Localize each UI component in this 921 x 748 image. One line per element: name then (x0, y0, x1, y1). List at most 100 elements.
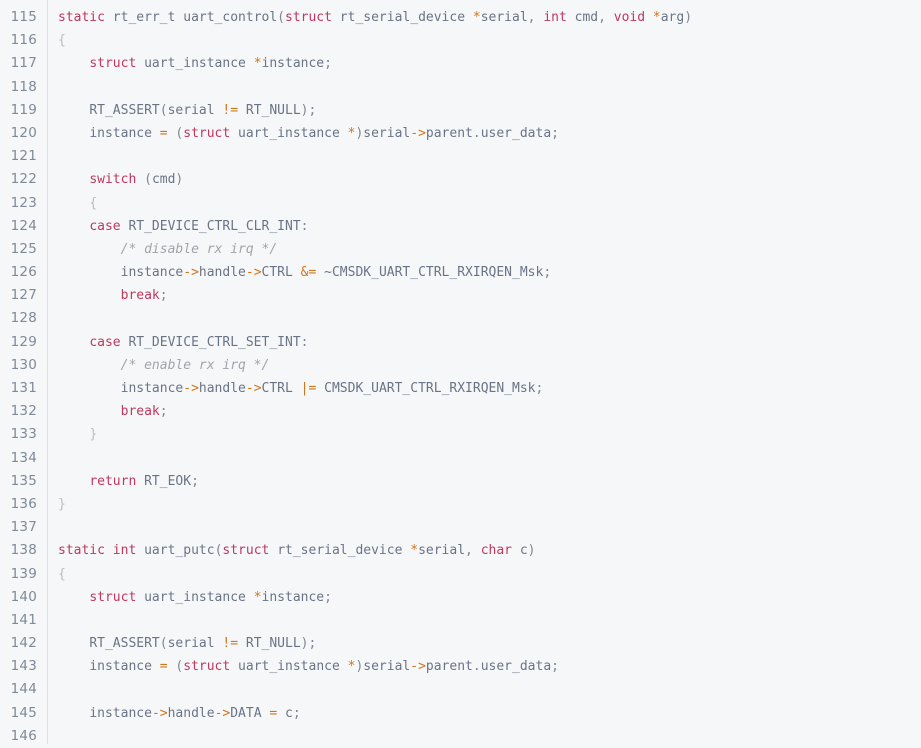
line-number: 139 (10, 565, 37, 582)
code-token-pun: . (472, 125, 481, 141)
code-line[interactable]: instance->handle->DATA = c; (58, 702, 921, 725)
code-token-kw: int (112, 543, 137, 559)
code-line[interactable]: case RT_DEVICE_CTRL_SET_INT: (58, 331, 921, 354)
code-token-id: instance (261, 56, 325, 72)
code-token-id: parent (425, 659, 473, 675)
code-token-kw: struct (183, 125, 231, 141)
code-line[interactable]: static int uart_putc(struct rt_serial_de… (58, 539, 921, 562)
code-line[interactable]: static rt_err_t uart_control(struct rt_s… (58, 6, 921, 29)
code-token-pun: ) (527, 543, 536, 559)
code-token-op: &= (300, 265, 317, 281)
line-number: 128 (10, 310, 37, 327)
source-code-viewer[interactable]: 115 116 117 118 119 120 121 122 123 124 125 126 127 1… (0, 0, 921, 744)
code-token-kw: struct (89, 56, 137, 72)
code-line[interactable] (58, 725, 921, 744)
code-token-cmt: /* enable rx irq */ (120, 357, 270, 373)
code-line[interactable]: } (58, 423, 921, 446)
code-token-id: cmd (151, 172, 176, 188)
code-line[interactable]: } (58, 493, 921, 516)
code-token-op: -> (245, 265, 262, 281)
code-token-pun: : (300, 218, 309, 234)
code-token-id: uart_instance (238, 125, 340, 141)
code-token-op: -> (410, 125, 426, 141)
code-line[interactable]: switch (cmd) (58, 168, 921, 191)
code-token-id: uart_putc (144, 543, 215, 559)
code-token-id: arg (660, 10, 685, 25)
code-line[interactable]: struct uart_instance *instance; (58, 586, 921, 609)
code-token-kw: struct (89, 589, 137, 605)
line-number: 132 (10, 403, 37, 420)
code-token-pun: , (527, 10, 544, 25)
code-line[interactable] (58, 516, 921, 539)
code-line[interactable]: RT_ASSERT(serial != RT_NULL); (58, 99, 921, 122)
line-number: 120 (10, 124, 37, 141)
code-line[interactable] (58, 609, 921, 632)
code-token-pun: , (598, 10, 614, 25)
code-token-op: * (253, 589, 262, 605)
code-token-pun: ( (277, 10, 285, 25)
code-line[interactable] (58, 307, 921, 330)
code-token-kw: static (58, 10, 105, 25)
code-line[interactable]: instance->handle->CTRL &= ~CMSDK_UART_CT… (58, 261, 921, 284)
code-token-op: != (222, 636, 239, 652)
code-token-op: * (472, 10, 481, 25)
code-token-id: uart_instance (144, 56, 246, 72)
code-token-id: serial (363, 125, 411, 141)
code-token-kw: struct (222, 543, 270, 559)
code-content-pane[interactable]: static rt_err_t uart_control(struct rt_s… (48, 0, 921, 744)
code-token-id: serial (167, 636, 215, 652)
code-line[interactable]: /* enable rx irq */ (58, 354, 921, 377)
code-token-id: rt_serial_device (277, 543, 403, 559)
code-token-pun: ( (159, 102, 168, 118)
code-token-cmt: /* disable rx irq */ (120, 241, 278, 257)
code-token-op: -> (183, 265, 199, 281)
code-token-id: CTRL (261, 265, 293, 281)
code-line[interactable]: /* disable rx irq */ (58, 238, 921, 261)
code-token-id: serial (167, 102, 215, 118)
code-token-pun: ; (551, 659, 559, 675)
code-token-id: uart_instance (238, 659, 340, 675)
code-token-id: c (285, 705, 293, 721)
code-token-pun: ) (175, 172, 184, 188)
code-token-op: = (159, 125, 168, 141)
code-line[interactable]: { (58, 192, 921, 215)
code-line[interactable]: { (58, 29, 921, 52)
code-token-id: instance (261, 589, 325, 605)
line-number: 136 (10, 495, 37, 512)
code-line[interactable]: struct uart_instance *instance; (58, 52, 921, 75)
code-line[interactable]: instance->handle->CTRL |= CMSDK_UART_CTR… (58, 377, 921, 400)
code-token-op: -> (151, 705, 168, 721)
code-token-op: != (222, 102, 239, 118)
code-line[interactable] (58, 678, 921, 701)
code-line[interactable] (58, 76, 921, 99)
code-token-kw: return (89, 473, 137, 489)
code-line[interactable]: break; (58, 284, 921, 307)
code-line[interactable]: return RT_EOK; (58, 470, 921, 493)
code-line[interactable]: { (58, 563, 921, 586)
code-token-id: serial (363, 659, 411, 675)
code-token-brace: } (89, 427, 98, 443)
code-line[interactable]: instance = (struct uart_instance *)seria… (58, 122, 921, 145)
code-token-kw: struct (285, 10, 332, 25)
code-line[interactable]: case RT_DEVICE_CTRL_CLR_INT: (58, 215, 921, 238)
code-line[interactable] (58, 145, 921, 168)
code-line[interactable]: RT_ASSERT(serial != RT_NULL); (58, 632, 921, 655)
code-token-id: serial (480, 10, 528, 25)
line-number: 129 (10, 333, 37, 350)
code-token-id: RT_NULL (245, 102, 301, 118)
code-line[interactable]: break; (58, 400, 921, 423)
code-line[interactable] (58, 447, 921, 470)
code-line[interactable]: instance = (struct uart_instance *)seria… (58, 655, 921, 678)
